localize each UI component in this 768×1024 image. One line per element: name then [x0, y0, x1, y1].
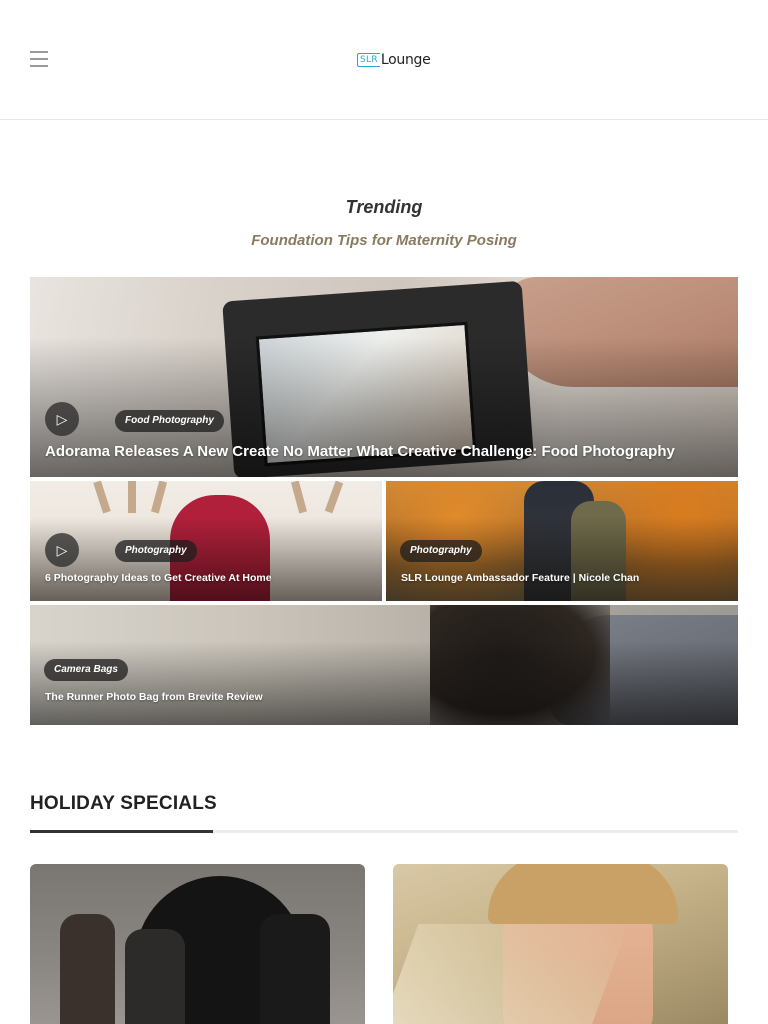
- logo-box-text: SLR: [357, 53, 380, 67]
- article-title[interactable]: Adorama Releases A New Create No Matter …: [45, 443, 675, 460]
- site-header: SLR Lounge: [0, 0, 768, 120]
- section-heading: HOLIDAY SPECIALS: [30, 793, 217, 814]
- category-tag[interactable]: Food Photography: [115, 410, 224, 432]
- hamburger-menu-icon[interactable]: [30, 51, 48, 67]
- article-card[interactable]: Camera Bags The Runner Photo Bag from Br…: [30, 605, 738, 725]
- category-tag[interactable]: Camera Bags: [44, 659, 128, 681]
- featured-article-card[interactable]: ▷ Food Photography Adorama Releases A Ne…: [30, 277, 738, 477]
- trending-heading: Trending: [345, 197, 423, 217]
- play-icon[interactable]: ▷: [45, 533, 79, 567]
- play-icon[interactable]: ▷: [45, 402, 79, 436]
- category-tag[interactable]: Photography: [400, 540, 482, 562]
- article-card[interactable]: ▷ Photography 6 Photography Ideas to Get…: [30, 481, 382, 601]
- trending-subtitle-link[interactable]: Foundation Tips for Maternity Posing: [0, 232, 768, 249]
- article-title[interactable]: The Runner Photo Bag from Brevite Review: [45, 691, 263, 703]
- category-tag[interactable]: Photography: [115, 540, 197, 562]
- article-title[interactable]: SLR Lounge Ambassador Feature | Nicole C…: [401, 572, 639, 584]
- article-title[interactable]: 6 Photography Ideas to Get Creative At H…: [45, 572, 272, 584]
- article-card[interactable]: Photography SLR Lounge Ambassador Featur…: [386, 481, 738, 601]
- product-thumbnail[interactable]: [30, 864, 365, 1024]
- site-logo[interactable]: SLR Lounge: [357, 49, 431, 71]
- product-thumbnail[interactable]: [393, 864, 728, 1024]
- section-divider-accent: [30, 830, 213, 833]
- logo-word-text: Lounge: [380, 52, 431, 68]
